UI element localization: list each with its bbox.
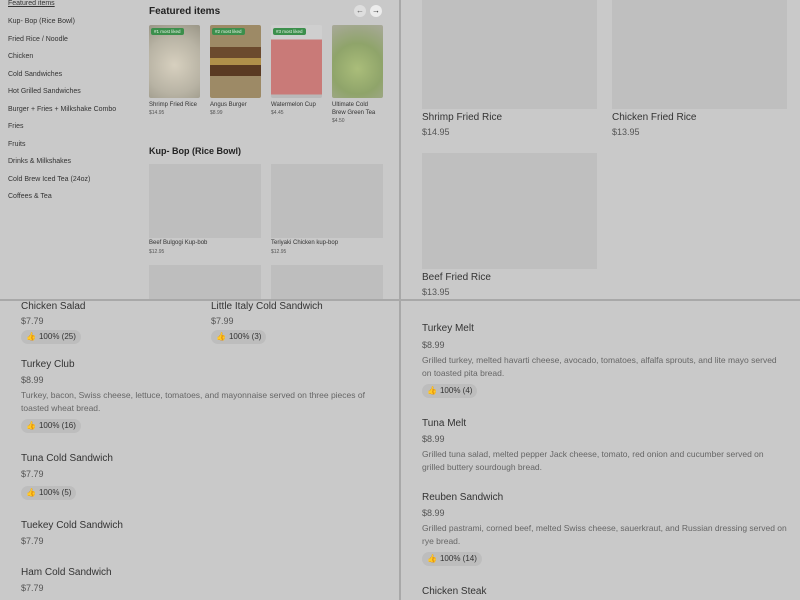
- like-rating: 100% (25): [38, 332, 76, 341]
- sidebar-item-burger-combo[interactable]: Burger + Fries + Milkshake Combo: [8, 106, 116, 113]
- cold-sandwiches-panel: Chicken Salad $7.79 👍 100% (25) Little It…: [0, 301, 399, 600]
- item-description: Grilled turkey, melted havarti cheese, a…: [422, 355, 777, 378]
- featured-item-card[interactable]: Ultimate Cold Brew Green Tea $4.50: [332, 25, 383, 124]
- featured-item-photo: #2 most liked: [210, 25, 261, 98]
- item-name[interactable]: Chicken Salad: [21, 301, 85, 312]
- carousel-next-button[interactable]: →: [370, 5, 382, 17]
- item-description: Turkey, bacon, Swiss cheese, lettuce, to…: [21, 390, 365, 413]
- item-name[interactable]: Beef Fried Rice: [422, 272, 491, 283]
- item-description: Grilled tuna salad, melted pepper Jack c…: [422, 449, 764, 472]
- like-badge: 👍 100% (3): [211, 330, 267, 344]
- item-price: $8.99: [21, 375, 44, 385]
- most-liked-badge: #2 most liked: [212, 28, 245, 35]
- item-name[interactable]: Tuekey Cold Sandwich: [21, 520, 123, 531]
- featured-item-price: $8.99: [210, 110, 223, 116]
- item-price: $8.99: [422, 434, 445, 444]
- item-price: $8.99: [422, 508, 445, 518]
- featured-item-name: Shrimp Fried Rice: [149, 102, 198, 108]
- item-name[interactable]: Tuna Cold Sandwich: [21, 453, 113, 464]
- thumbs-up-icon: 👍: [427, 554, 437, 563]
- item-name[interactable]: Reuben Sandwich: [422, 492, 503, 503]
- item-price: $12.95: [271, 249, 287, 255]
- item-name[interactable]: Ham Cold Sandwich: [21, 567, 112, 578]
- featured-item-photo: #1 most liked: [149, 25, 200, 98]
- sidebar-item-featured-items[interactable]: Featured items: [8, 0, 55, 7]
- item-image-placeholder[interactable]: [149, 164, 261, 238]
- item-image-placeholder[interactable]: [422, 0, 597, 109]
- featured-item-card[interactable]: #2 most liked Angus Burger $8.99: [210, 25, 261, 116]
- like-rating: 100% (5): [38, 488, 72, 497]
- hot-grilled-sandwiches-panel: Turkey Melt $8.99 Grilled turkey, melted…: [401, 301, 800, 600]
- arrow-right-icon: →: [372, 6, 380, 15]
- thumbs-up-icon: 👍: [216, 332, 226, 341]
- featured-item-name: Watermelon Cup: [271, 102, 316, 108]
- item-price: $13.95: [612, 127, 640, 137]
- item-name[interactable]: Little Italy Cold Sandwich: [211, 301, 323, 312]
- menu-overview-panel: Featured items Kup- Bop (Rice Bowl) Frie…: [0, 0, 399, 299]
- item-image-placeholder[interactable]: [271, 265, 383, 299]
- sidebar-item-kup-bop[interactable]: Kup- Bop (Rice Bowl): [8, 18, 75, 25]
- featured-item-price: $14.95: [149, 110, 165, 116]
- item-price: $7.79: [21, 316, 44, 326]
- item-name[interactable]: Turkey Melt: [422, 323, 474, 334]
- item-image-placeholder[interactable]: [612, 0, 787, 109]
- fried-rice-panel: Shrimp Fried Rice $14.95 Chicken Fried R…: [401, 0, 800, 299]
- item-price: $14.95: [422, 127, 450, 137]
- featured-item-name: Angus Burger: [210, 102, 247, 108]
- featured-item-price: $4.45: [271, 110, 284, 116]
- like-rating: 100% (3): [228, 332, 262, 341]
- item-name[interactable]: Chicken Steak: [422, 586, 486, 597]
- like-rating: 100% (16): [38, 421, 76, 430]
- featured-items-heading: Featured items: [149, 6, 221, 17]
- item-price: $7.79: [21, 536, 44, 546]
- featured-item-photo: [332, 25, 383, 98]
- most-liked-badge: #1 most liked: [151, 28, 184, 35]
- thumbs-up-icon: 👍: [26, 421, 36, 430]
- like-badge: 👍 100% (14): [422, 552, 482, 566]
- item-name[interactable]: Shrimp Fried Rice: [422, 112, 502, 123]
- featured-item-card[interactable]: #1 most liked Shrimp Fried Rice $14.95: [149, 25, 200, 116]
- item-image-placeholder[interactable]: [149, 265, 261, 299]
- thumbs-up-icon: 👍: [26, 488, 36, 497]
- item-description: Grilled pastrami, corned beef, melted Sw…: [422, 523, 787, 546]
- sidebar-item-cold-sandwiches[interactable]: Cold Sandwiches: [8, 71, 62, 78]
- item-price: $7.99: [211, 316, 234, 326]
- item-image-placeholder[interactable]: [271, 164, 383, 238]
- like-rating: 100% (4): [439, 386, 473, 395]
- like-badge: 👍 100% (16): [21, 419, 81, 433]
- item-name[interactable]: Teriyaki Chicken kup-bop: [271, 240, 338, 246]
- item-price: $7.79: [21, 469, 44, 479]
- thumbs-up-icon: 👍: [26, 332, 36, 341]
- item-price: $8.99: [422, 340, 445, 350]
- item-name[interactable]: Beef Bulgogi Kup-bob: [149, 240, 207, 246]
- featured-item-price: $4.50: [332, 118, 345, 124]
- featured-item-name: Ultimate Cold Brew Green Tea: [332, 102, 376, 116]
- featured-item-card[interactable]: #3 most liked Watermelon Cup $4.45: [271, 25, 322, 116]
- item-image-placeholder[interactable]: [422, 153, 597, 269]
- featured-item-photo: #3 most liked: [271, 25, 322, 98]
- thumbs-up-icon: 👍: [427, 386, 437, 395]
- like-rating: 100% (14): [439, 554, 477, 563]
- most-liked-badge: #3 most liked: [273, 28, 306, 35]
- like-badge: 👍 100% (25): [21, 330, 81, 344]
- kup-bop-section-heading: Kup- Bop (Rice Bowl): [149, 146, 241, 156]
- sidebar-item-cold-brew-iced-tea[interactable]: Cold Brew Iced Tea (24oz): [8, 176, 90, 183]
- sidebar-item-fries[interactable]: Fries: [8, 123, 24, 130]
- like-badge: 👍 100% (4): [422, 384, 478, 398]
- sidebar-item-drinks-milkshakes[interactable]: Drinks & Milkshakes: [8, 158, 71, 165]
- item-name[interactable]: Tuna Melt: [422, 418, 466, 429]
- carousel-prev-button[interactable]: ←: [354, 5, 366, 17]
- sidebar-item-hot-grilled-sandwiches[interactable]: Hot Grilled Sandwiches: [8, 88, 81, 95]
- like-badge: 👍 100% (5): [21, 486, 77, 500]
- sidebar-item-fried-rice-noodle[interactable]: Fried Rice / Noodle: [8, 36, 68, 43]
- item-name[interactable]: Chicken Fried Rice: [612, 112, 696, 123]
- arrow-left-icon: ←: [356, 6, 364, 15]
- item-name[interactable]: Turkey Club: [21, 359, 75, 370]
- sidebar-item-coffees-tea[interactable]: Coffees & Tea: [8, 193, 52, 200]
- sidebar-item-fruits[interactable]: Fruits: [8, 141, 26, 148]
- item-price: $7.79: [21, 583, 44, 593]
- sidebar-item-chicken[interactable]: Chicken: [8, 53, 33, 60]
- item-price: $13.95: [422, 287, 450, 297]
- item-price: $12.95: [149, 249, 165, 255]
